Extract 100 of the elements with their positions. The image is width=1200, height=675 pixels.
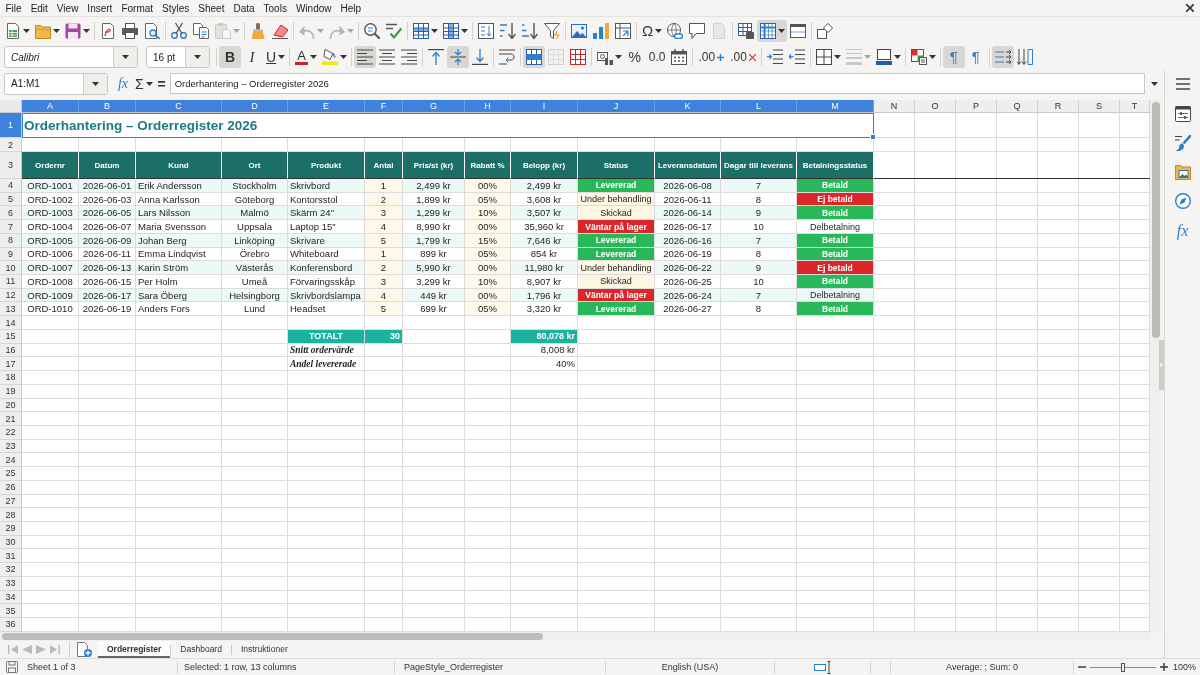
underline-button[interactable]: U <box>263 46 288 68</box>
column-header[interactable]: P <box>956 100 997 113</box>
row-header[interactable]: 2 <box>0 138 22 152</box>
dropdown-button[interactable] <box>185 47 209 67</box>
row-header[interactable]: 3 <box>0 152 22 179</box>
row-header[interactable]: 21 <box>0 412 22 426</box>
column-header[interactable]: J <box>578 100 655 113</box>
merge-center-button[interactable] <box>522 46 545 68</box>
row-header[interactable]: 7 <box>0 220 22 234</box>
column-header[interactable]: R <box>1038 100 1079 113</box>
horizontal-scrollbar[interactable] <box>0 632 1150 641</box>
row-header[interactable]: 1 <box>0 113 22 138</box>
column-header[interactable]: D <box>222 100 288 113</box>
align-middle-button[interactable] <box>446 46 469 68</box>
percent-format-button[interactable]: % <box>623 46 646 68</box>
selection-mode-icon[interactable] <box>814 660 831 674</box>
row-header[interactable]: 10 <box>0 261 22 276</box>
menu-item[interactable]: Window <box>291 0 336 16</box>
sidebar-handle[interactable] <box>1159 340 1164 390</box>
column-header[interactable]: L <box>721 100 797 113</box>
menu-icon[interactable] <box>1175 78 1190 90</box>
add-decimal-button[interactable]: .00 <box>695 46 728 68</box>
column-header[interactable]: O <box>915 100 956 113</box>
dropdown-button[interactable] <box>83 73 107 94</box>
scrollbar-thumb[interactable] <box>2 633 543 640</box>
column-header[interactable]: C <box>136 100 222 113</box>
column-header[interactable]: I <box>511 100 578 113</box>
row-header[interactable]: 17 <box>0 357 22 372</box>
column-header[interactable]: G <box>403 100 465 113</box>
column-header[interactable]: B <box>79 100 136 113</box>
row-header[interactable]: 4 <box>0 179 22 193</box>
sheet-tab[interactable]: Instruktioner <box>231 641 297 658</box>
row-header[interactable]: 24 <box>0 453 22 468</box>
menu-item[interactable]: Sheet <box>193 0 229 16</box>
bold-button[interactable]: B <box>219 46 241 68</box>
fill-handle[interactable] <box>870 134 876 140</box>
column-header[interactable]: S <box>1079 100 1120 113</box>
menu-item[interactable]: Data <box>228 0 260 16</box>
language-label[interactable]: English (USA) <box>661 662 719 672</box>
font-color-button[interactable]: A <box>292 46 319 68</box>
text-direction-button[interactable] <box>991 46 1014 68</box>
menu-item[interactable]: Edit <box>26 0 53 16</box>
align-left-button[interactable] <box>353 46 376 68</box>
row-header[interactable]: 36 <box>0 618 22 632</box>
column-header[interactable]: Q <box>997 100 1038 113</box>
formula-input[interactable]: Orderhantering – Orderregister 2026 <box>169 73 1145 94</box>
number-format-button[interactable]: 0.0 <box>645 46 669 68</box>
row-header[interactable]: 32 <box>0 563 22 577</box>
delete-decimal-button[interactable]: .00 <box>727 46 759 68</box>
row-header[interactable]: 35 <box>0 604 22 618</box>
close-icon[interactable] <box>1186 4 1194 12</box>
menu-item[interactable]: Help <box>336 0 366 16</box>
column-header[interactable]: H <box>465 100 511 113</box>
italic-button[interactable]: I <box>241 46 263 68</box>
menu-item[interactable]: Styles <box>157 0 194 16</box>
column-header[interactable]: A <box>22 100 79 113</box>
function-wizard-button[interactable]: fx <box>114 72 132 95</box>
menu-item[interactable]: Format <box>116 0 158 16</box>
plus-icon[interactable] <box>1160 663 1168 671</box>
right-to-left-button[interactable]: ¶ <box>964 46 987 68</box>
formula-button[interactable]: = <box>154 72 169 95</box>
folder-picture-icon[interactable] <box>1174 164 1191 180</box>
compass-icon[interactable] <box>1174 193 1191 209</box>
zoom-slider-thumb[interactable] <box>1121 662 1125 672</box>
sheet-tab[interactable]: Orderregister <box>98 641 171 658</box>
row-header[interactable]: 28 <box>0 508 22 522</box>
sort-descending-icon <box>522 22 538 39</box>
vertical-scrollbar[interactable] <box>1150 100 1162 632</box>
column-header[interactable]: K <box>655 100 721 113</box>
functions-deck-button[interactable]: fx <box>1176 222 1189 240</box>
row-header[interactable]: 11 <box>0 275 22 289</box>
minus-icon[interactable] <box>1078 663 1086 671</box>
row-header[interactable]: 18 <box>0 371 22 385</box>
row-header[interactable]: 14 <box>0 316 22 330</box>
dropdown-button[interactable] <box>113 47 137 67</box>
sum-button[interactable]: Σ <box>132 72 155 95</box>
font-name-field[interactable]: Calibri <box>4 46 138 68</box>
menu-item[interactable]: File <box>1 0 27 16</box>
menu-item[interactable]: Insert <box>82 0 117 16</box>
freeze-button[interactable] <box>757 19 788 42</box>
row-header[interactable]: 31 <box>0 549 22 564</box>
special-character-button[interactable]: Ω <box>639 19 665 42</box>
column-header[interactable]: F <box>365 100 403 113</box>
page-plus-icon[interactable] <box>77 642 92 657</box>
column-header[interactable]: M <box>797 100 874 113</box>
row-header[interactable]: 6 <box>0 206 22 221</box>
column-header[interactable]: E <box>288 100 365 113</box>
font-size-field[interactable]: 16 pt <box>146 46 210 68</box>
row-header[interactable]: 13 <box>0 302 22 317</box>
menu-item[interactable]: View <box>52 0 83 16</box>
sliders-panel-icon[interactable] <box>1174 106 1191 122</box>
name-box[interactable]: A1:M1 <box>4 72 108 95</box>
sheet-tab[interactable]: Dashboard <box>171 641 231 658</box>
paintbrush-icon[interactable] <box>1174 135 1191 151</box>
zoom-level-label[interactable]: 100% <box>1173 662 1197 672</box>
scrollbar-thumb[interactable] <box>1152 102 1160 338</box>
row-header[interactable]: 25 <box>0 467 22 481</box>
column-header[interactable]: T <box>1120 100 1150 113</box>
column-header[interactable]: N <box>874 100 915 113</box>
menu-item[interactable]: Tools <box>259 0 292 16</box>
